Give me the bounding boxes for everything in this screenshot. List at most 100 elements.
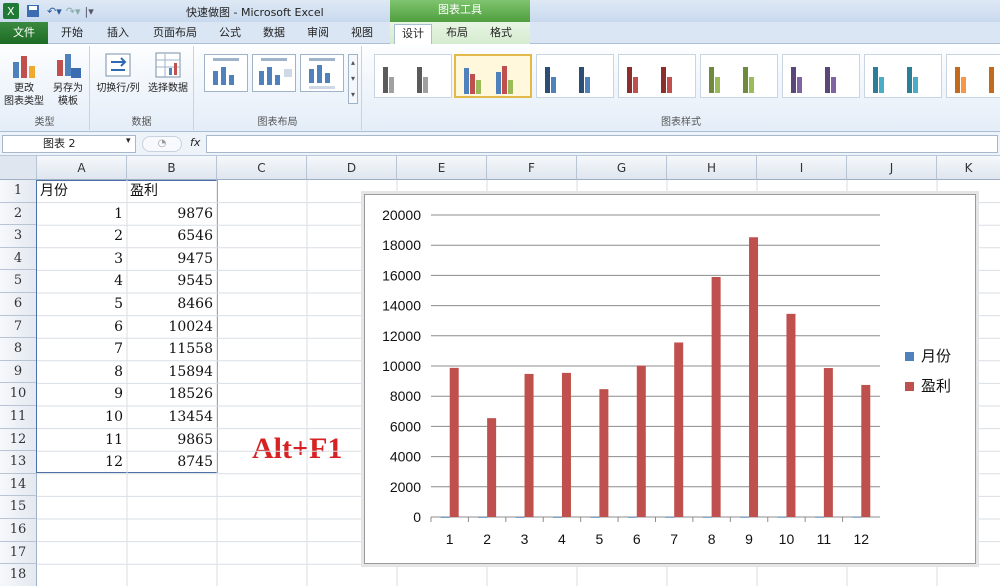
row-header-10[interactable]: 10: [0, 383, 37, 406]
row-header-3[interactable]: 3: [0, 225, 37, 248]
row-header-11[interactable]: 11: [0, 406, 37, 429]
cell-a11[interactable]: 10: [37, 406, 123, 429]
column-header-b[interactable]: B: [127, 156, 217, 180]
row-header-6[interactable]: 6: [0, 293, 37, 316]
tab-data[interactable]: 数据: [256, 24, 292, 44]
chart-style-8[interactable]: [946, 54, 1000, 98]
chart-style-5[interactable]: [700, 54, 778, 98]
cell-b9[interactable]: 15894: [127, 361, 213, 384]
change-chart-type-button[interactable]: 更改 图表类型: [2, 50, 46, 108]
switch-row-column-button[interactable]: 切换行/列: [92, 50, 144, 95]
quick-access-toolbar: X ↶▾ ↷▾ |▾: [3, 3, 94, 19]
x-tick-label: 4: [558, 531, 566, 547]
column-header-j[interactable]: J: [847, 156, 937, 180]
name-box[interactable]: 图表 2: [2, 135, 136, 153]
redo-icon[interactable]: ↷▾: [66, 5, 81, 18]
chart-style-2[interactable]: [454, 54, 532, 98]
row-header-7[interactable]: 7: [0, 315, 37, 339]
cell-b13[interactable]: 8745: [127, 451, 213, 474]
tab-insert[interactable]: 插入: [98, 24, 138, 44]
tab-layout[interactable]: 布局: [438, 24, 476, 44]
cell-b5[interactable]: 9545: [127, 270, 213, 293]
row-header-8[interactable]: 8: [0, 338, 37, 361]
column-header-i[interactable]: I: [757, 156, 847, 180]
layout-option-1[interactable]: [204, 54, 248, 92]
row-header-13[interactable]: 13: [0, 451, 37, 474]
cell-b6[interactable]: 8466: [127, 293, 213, 316]
cell-a13[interactable]: 12: [37, 451, 123, 474]
cell-a3[interactable]: 2: [37, 225, 123, 248]
chart-style-4[interactable]: [618, 54, 696, 98]
row-header-4[interactable]: 4: [0, 247, 37, 271]
row-header-15[interactable]: 15: [0, 496, 37, 519]
chart-object[interactable]: 0 2000 4000 6000 8000 10000 12000 14000 16000 180…: [364, 194, 976, 564]
layout-gallery-scroll[interactable]: ▴ ▾ ▾: [348, 54, 358, 104]
cell-b8[interactable]: 11558: [127, 338, 213, 361]
cell-b7[interactable]: 10024: [127, 316, 213, 339]
name-box-dropdown-icon[interactable]: ▾: [126, 136, 131, 146]
cell-b12[interactable]: 9865: [127, 429, 213, 452]
column-header-d[interactable]: D: [307, 156, 397, 180]
cell-a7[interactable]: 6: [37, 316, 123, 339]
cell-a10[interactable]: 9: [37, 383, 123, 406]
tab-home[interactable]: 开始: [52, 24, 92, 44]
tab-design[interactable]: 设计: [394, 24, 432, 44]
row-header-18[interactable]: 18: [0, 564, 37, 586]
tab-page-layout[interactable]: 页面布局: [146, 24, 204, 44]
row-header-14[interactable]: 14: [0, 473, 37, 497]
column-header-h[interactable]: H: [667, 156, 757, 180]
layout-option-2[interactable]: [252, 54, 296, 92]
select-all-corner[interactable]: [0, 156, 37, 180]
cell-b2[interactable]: 9876: [127, 203, 213, 226]
cell-a8[interactable]: 7: [37, 338, 123, 361]
cell-a12[interactable]: 11: [37, 429, 123, 452]
y-tick-label: 20000: [382, 207, 421, 223]
cell-a9[interactable]: 8: [37, 361, 123, 384]
select-data-button[interactable]: 选择数据: [144, 50, 192, 95]
column-header-f[interactable]: F: [487, 156, 577, 180]
row-header-9[interactable]: 9: [0, 360, 37, 384]
insert-function-icon[interactable]: fx: [190, 136, 200, 149]
cell-b4[interactable]: 9475: [127, 248, 213, 271]
save-as-template-button[interactable]: 另存为 模板: [46, 50, 90, 108]
column-chart[interactable]: 0 2000 4000 6000 8000 10000 12000 14000 16000 180…: [365, 195, 977, 565]
column-header-g[interactable]: G: [577, 156, 667, 180]
cell-a6[interactable]: 5: [37, 293, 123, 316]
save-icon[interactable]: [25, 3, 41, 19]
undo-icon[interactable]: ↶▾: [47, 5, 62, 18]
bar-profit: [749, 237, 759, 518]
tab-review[interactable]: 审阅: [300, 24, 336, 44]
chart-style-3[interactable]: [536, 54, 614, 98]
cell-b3[interactable]: 6546: [127, 225, 213, 248]
tab-file[interactable]: 文件: [0, 22, 48, 44]
chart-style-7[interactable]: [864, 54, 942, 98]
column-header-k[interactable]: K: [937, 156, 1000, 180]
row-header-5[interactable]: 5: [0, 270, 37, 293]
row-header-17[interactable]: 17: [0, 541, 37, 565]
tab-formulas[interactable]: 公式: [212, 24, 248, 44]
formula-input[interactable]: [206, 135, 998, 153]
cell-a1[interactable]: 月份: [40, 180, 126, 203]
tab-format[interactable]: 格式: [482, 24, 520, 44]
column-header-a[interactable]: A: [37, 156, 127, 180]
layout-option-3[interactable]: [300, 54, 344, 92]
cell-b10[interactable]: 18526: [127, 383, 213, 406]
row-header-12[interactable]: 12: [0, 428, 37, 452]
cell-b1[interactable]: 盈利: [130, 180, 216, 203]
chart-style-1[interactable]: [374, 54, 452, 98]
column-header-c[interactable]: C: [217, 156, 307, 180]
formula-collapse-icon[interactable]: ◔: [142, 136, 182, 152]
column-header-e[interactable]: E: [397, 156, 487, 180]
customize-qat-icon[interactable]: |▾: [85, 5, 94, 18]
tab-view[interactable]: 视图: [344, 24, 380, 44]
row-header-2[interactable]: 2: [0, 202, 37, 226]
cell-a4[interactable]: 3: [37, 248, 123, 271]
bar-profit: [524, 373, 534, 517]
cell-b11[interactable]: 13454: [127, 406, 213, 429]
bar-profit: [599, 389, 609, 517]
cell-a5[interactable]: 4: [37, 270, 123, 293]
chart-style-6[interactable]: [782, 54, 860, 98]
cell-a2[interactable]: 1: [37, 203, 123, 226]
row-header-16[interactable]: 16: [0, 519, 37, 542]
row-header-1[interactable]: 1: [0, 180, 37, 203]
